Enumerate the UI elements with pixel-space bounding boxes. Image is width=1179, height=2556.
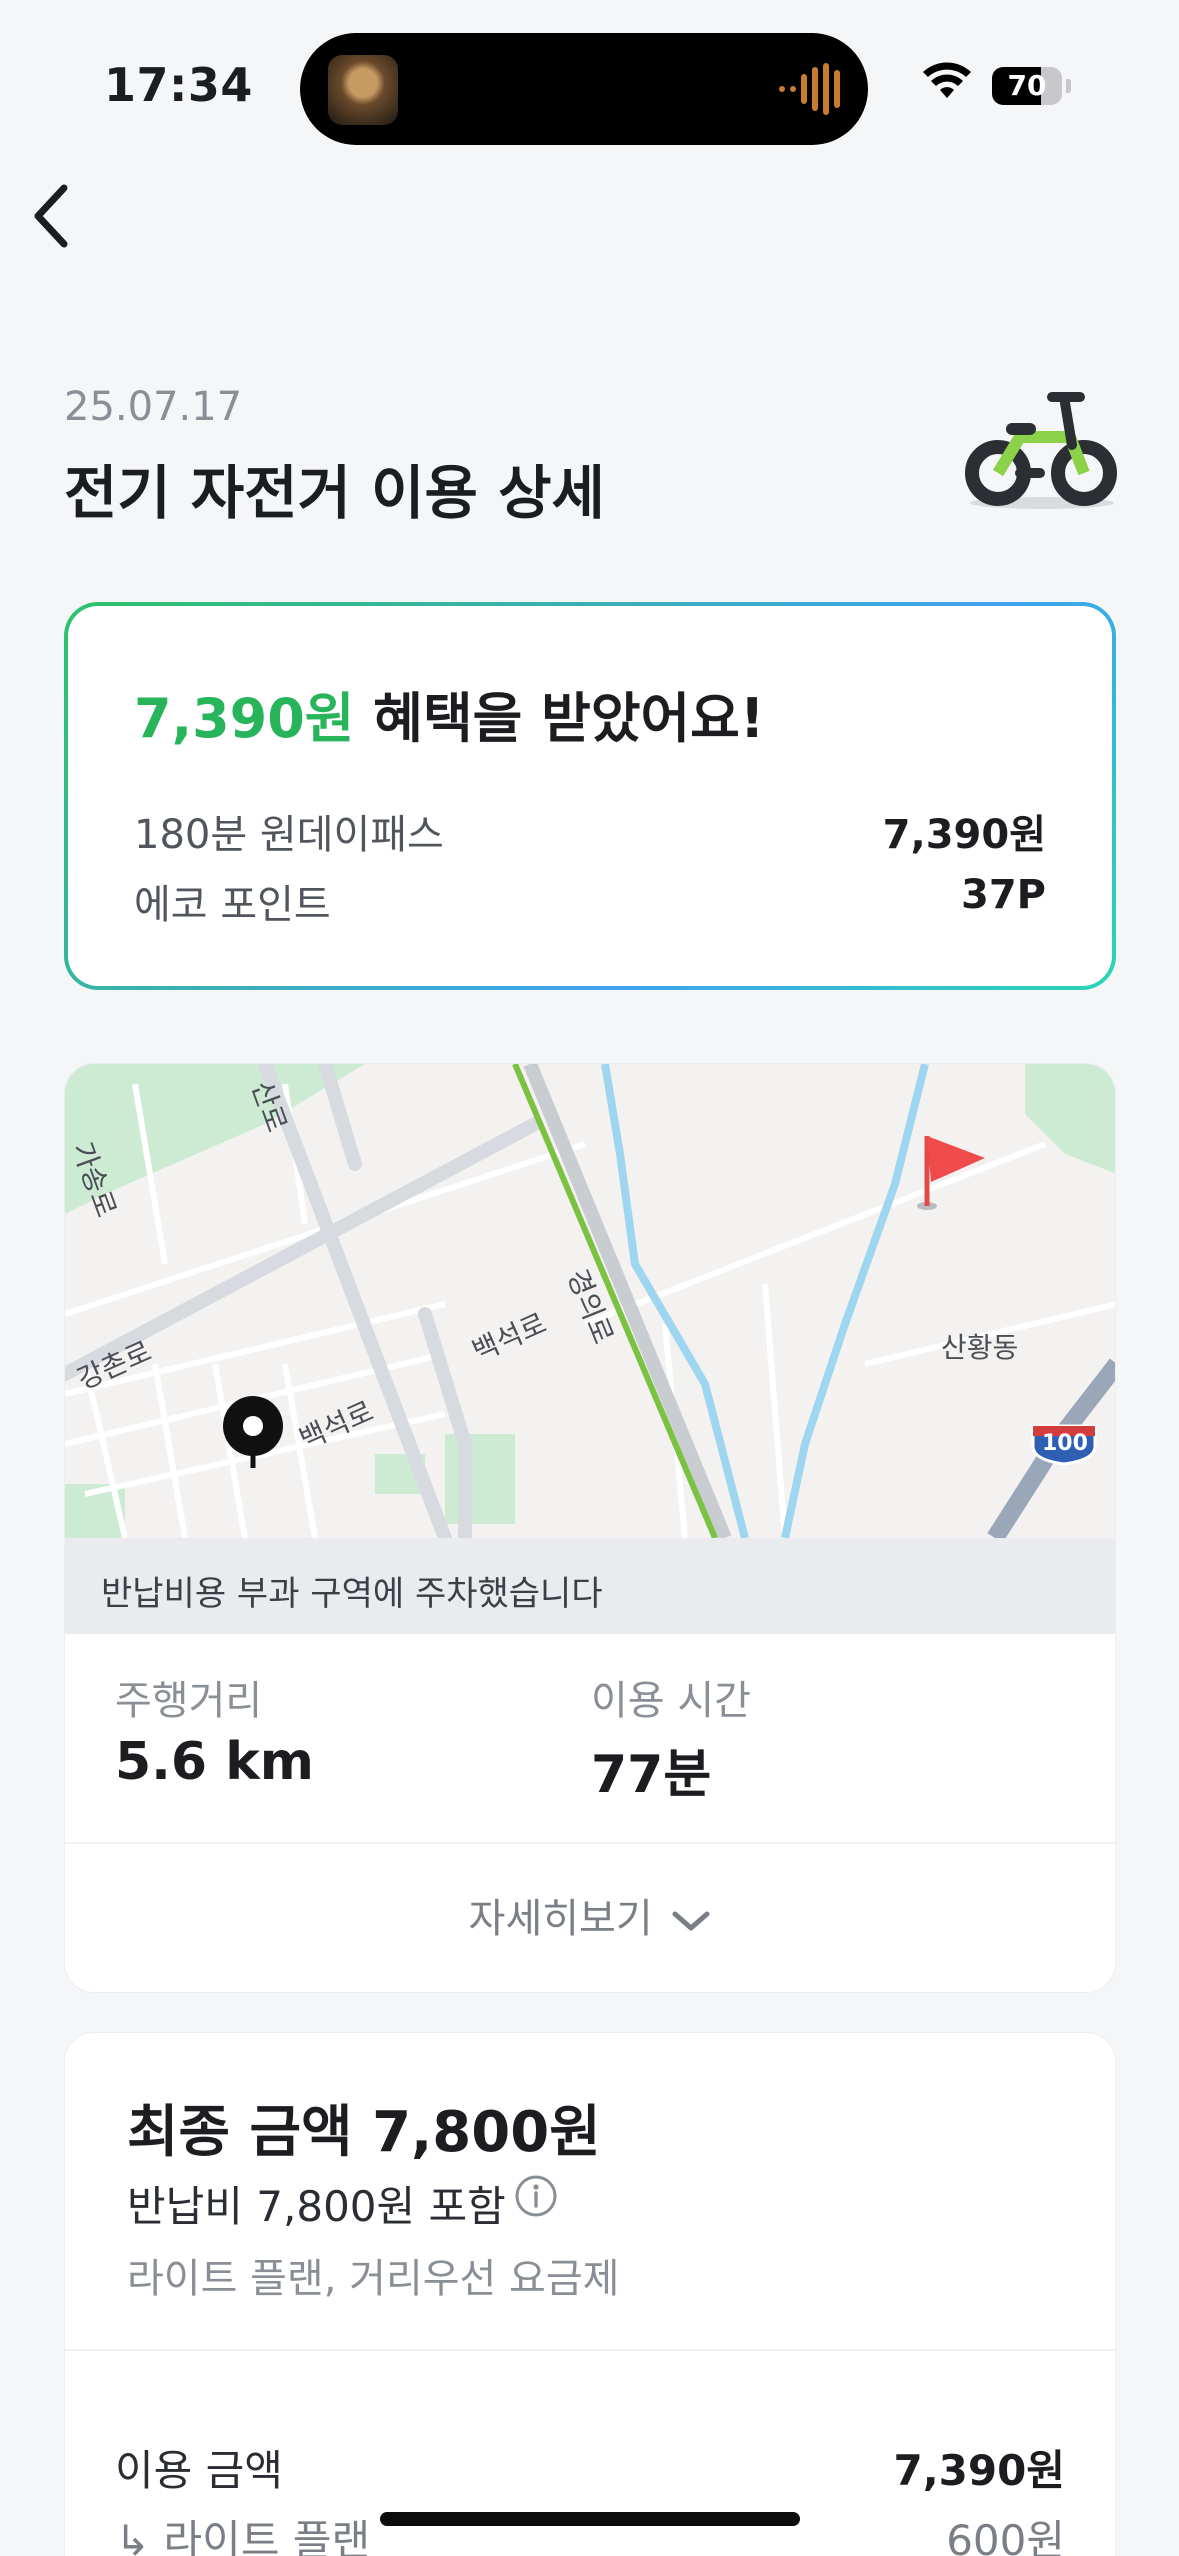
benefit-row-eco: 에코 포인트 37P	[134, 872, 1046, 930]
map-label-district: 산황동	[941, 1331, 1019, 1364]
audio-waveform-icon	[779, 63, 840, 115]
ride-route-map[interactable]: 산로 가송로 강촌로 백석로 백석로 경의로 산황동 100	[65, 1064, 1115, 1538]
benefit-pass-value: 7,390원	[882, 812, 1046, 858]
distance-value: 5.6 km	[115, 1732, 314, 1792]
benefit-amount: 7,390원	[134, 687, 355, 750]
time-value: 77분	[591, 1745, 712, 1805]
dynamic-island[interactable]	[300, 33, 868, 145]
info-icon[interactable]	[513, 2173, 559, 2219]
now-playing-artwork	[328, 55, 398, 125]
distance-label: 주행거리	[115, 1678, 263, 1724]
battery-icon: 70	[992, 67, 1062, 105]
benefit-headline-text: 혜택을 받았어요!	[354, 687, 765, 750]
details-toggle-button[interactable]: 자세히보기	[65, 1886, 1115, 1944]
benefit-row-pass: 180분 원데이패스 7,390원	[134, 802, 1046, 860]
light-plan-label: ↳ 라이트 플랜	[115, 2516, 371, 2556]
stats-divider	[65, 1842, 1115, 1844]
ride-map-card: 산로 가송로 강촌로 백석로 백석로 경의로 산황동 100 반납비용 부과 구…	[64, 1063, 1116, 1993]
electric-bike-icon	[965, 392, 1117, 509]
usage-amount-label: 이용 금액	[115, 2446, 283, 2495]
parking-notice: 반납비용 부과 구역에 주차했습니다	[65, 1538, 1115, 1634]
light-plan-value: 600원	[946, 2516, 1065, 2556]
benefit-card: 7,390원 혜택을 받았어요! 180분 원데이패스 7,390원 에코 포인…	[64, 602, 1116, 990]
battery-cap	[1066, 79, 1071, 93]
fare-divider	[65, 2349, 1115, 2351]
final-amount-title: 최종 금액 7,800원	[127, 2100, 601, 2165]
time-label: 이용 시간	[591, 1678, 751, 1724]
details-toggle-label: 자세히보기	[468, 1896, 653, 1942]
home-indicator[interactable]	[380, 2512, 800, 2526]
usage-amount-value: 7,390원	[893, 2446, 1066, 2495]
return-fee-text: 반납비 7,800원 포함	[127, 2182, 506, 2231]
benefit-pass-label: 180분 원데이패스	[134, 812, 444, 858]
ride-detail-screen: 17:34 70 25.07.17 전기 자전거 이용 상세 7,390원 혜택…	[0, 0, 1179, 2556]
battery-percent: 70	[1007, 69, 1047, 102]
status-time: 17:34	[104, 58, 253, 112]
ride-date: 25.07.17	[64, 384, 243, 430]
fare-card: 최종 금액 7,800원 반납비 7,800원 포함 라이트 플랜, 거리우선 …	[64, 2032, 1116, 2556]
back-icon[interactable]	[24, 178, 84, 254]
chevron-down-icon	[672, 1911, 710, 1931]
page-title: 전기 자전거 이용 상세	[64, 459, 605, 527]
wifi-icon	[923, 62, 971, 98]
benefit-eco-label: 에코 포인트	[134, 882, 331, 928]
plan-description: 라이트 플랜, 거리우선 요금제	[127, 2256, 620, 2302]
fare-row-usage: 이용 금액 7,390원	[115, 2437, 1065, 2498]
benefit-eco-value: 37P	[961, 872, 1046, 918]
benefit-headline: 7,390원 혜택을 받았어요!	[134, 674, 765, 753]
map-label-highway: 100	[1042, 1431, 1088, 1456]
parking-notice-text: 반납비용 부과 구역에 주차했습니다	[101, 1574, 603, 1614]
